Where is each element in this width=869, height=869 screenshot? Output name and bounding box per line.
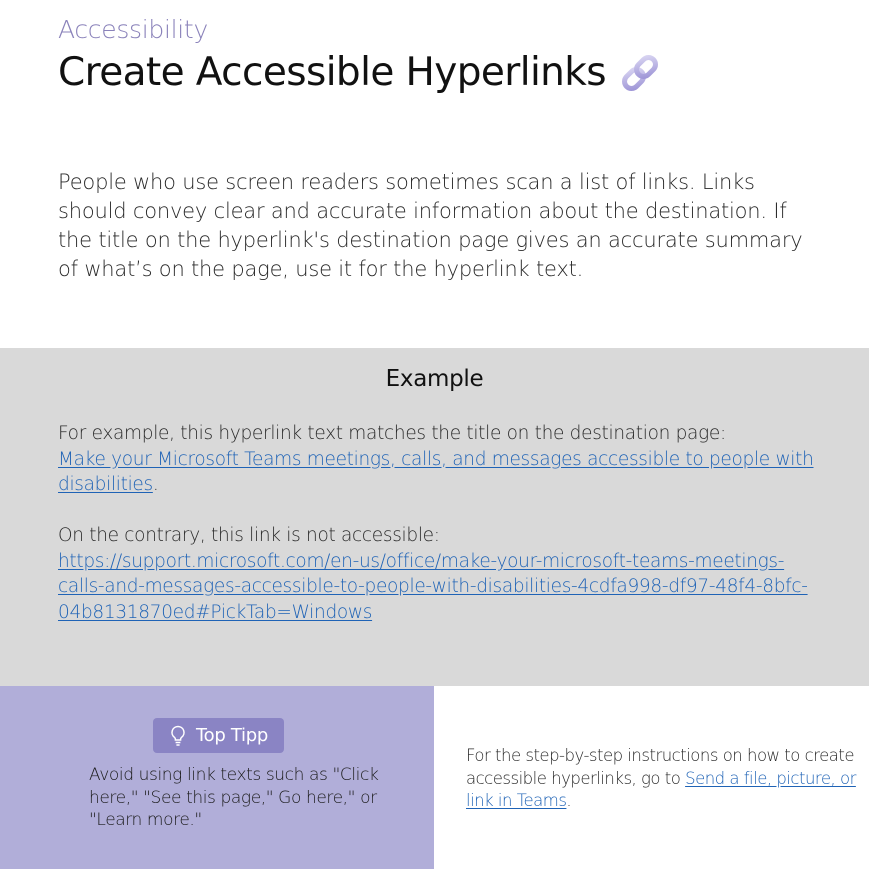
link-icon bbox=[622, 54, 658, 91]
top-tip-label: Top Tipp bbox=[196, 725, 268, 746]
steps-suffix: . bbox=[566, 791, 572, 810]
section-label: Accessibility bbox=[58, 15, 208, 44]
good-example: For example, this hyperlink text matches… bbox=[58, 421, 828, 498]
bad-example: On the contrary, this link is not access… bbox=[58, 523, 828, 625]
inaccessible-url-link[interactable]: https://support.microsoft.com/en-us/offi… bbox=[58, 551, 808, 623]
good-example-intro: For example, this hyperlink text matches… bbox=[58, 423, 726, 444]
page-title: Create Accessible Hyperlinks bbox=[58, 50, 662, 95]
good-example-suffix: . bbox=[152, 474, 159, 495]
page-title-text: Create Accessible Hyperlinks bbox=[58, 50, 607, 95]
lightbulb-icon bbox=[171, 725, 185, 746]
intro-paragraph: People who use screen readers sometimes … bbox=[58, 170, 803, 281]
bad-example-intro: On the contrary, this link is not access… bbox=[58, 525, 440, 546]
example-heading: Example bbox=[385, 366, 484, 392]
steps-paragraph: For the step-by-step instructions on how… bbox=[466, 745, 862, 813]
top-tip-badge: Top Tipp bbox=[153, 718, 284, 753]
example-section bbox=[0, 348, 869, 686]
slide: Accessibility Create Accessible Hyperlin… bbox=[0, 0, 869, 869]
accessible-hyperlink[interactable]: Make your Microsoft Teams meetings, call… bbox=[58, 449, 814, 496]
tip-text: Avoid using link texts such as "Click he… bbox=[89, 765, 379, 830]
